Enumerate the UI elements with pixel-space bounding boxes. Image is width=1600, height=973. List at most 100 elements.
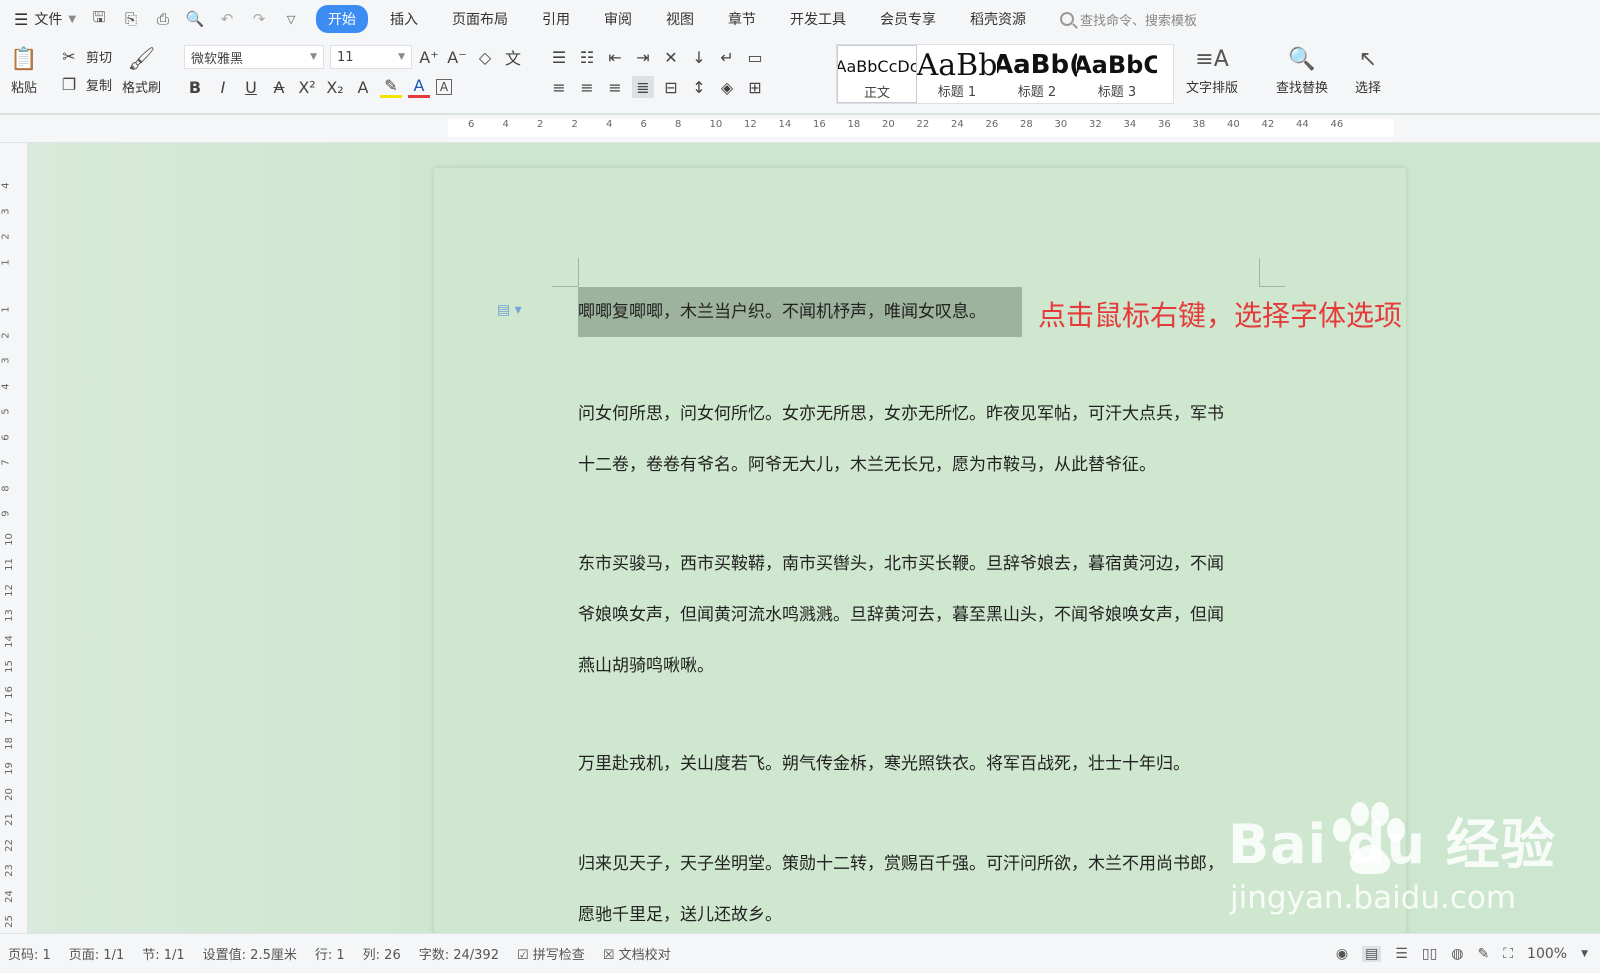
- increase-indent-icon[interactable]: ⇥: [632, 46, 654, 68]
- redo-icon[interactable]: ↷: [248, 10, 270, 28]
- font-color-icon[interactable]: A: [408, 76, 430, 98]
- undo-icon[interactable]: ↶: [216, 10, 238, 28]
- print-preview-icon[interactable]: 🔍: [184, 10, 206, 28]
- export-icon[interactable]: ⎘: [120, 10, 142, 28]
- superscript-icon[interactable]: X²: [296, 76, 318, 98]
- tab-8[interactable]: 会员专享: [868, 5, 948, 33]
- font-size-select[interactable]: 11 ▼: [330, 45, 412, 69]
- clear-format-icon[interactable]: ◇: [474, 46, 496, 68]
- line-spacing-icon[interactable]: ↕: [688, 76, 710, 98]
- paragraph-menu-icon[interactable]: ▤ ▾: [497, 302, 522, 318]
- paragraph-line[interactable]: 归来见天子，天子坐明堂。策勋十二转，赏赐百千强。可汗问所欲，木兰不用尚书郎，: [578, 839, 1268, 890]
- select-button[interactable]: ↖ 选择: [1354, 44, 1382, 97]
- customize-icon[interactable]: ▽: [280, 13, 302, 26]
- bold-icon[interactable]: B: [184, 76, 206, 98]
- paragraph-line[interactable]: 问女何所思，问女何所忆。女亦无所思，女亦无所忆。昨夜见军帖，可汗大点兵，军书: [578, 389, 1268, 440]
- status-setting[interactable]: 设置值: 2.5厘米: [203, 944, 297, 963]
- style-item-1[interactable]: AaBb 标题 1: [917, 45, 997, 103]
- watermark-url: jingyan.baidu.com: [1230, 880, 1517, 916]
- text-layout-button[interactable]: ≡A 文字排版: [1186, 44, 1238, 97]
- copy-button[interactable]: ❐ 复制: [58, 70, 112, 98]
- find-replace-button[interactable]: 🔍 查找替换: [1276, 44, 1328, 97]
- ruler-tick: 9: [0, 510, 12, 517]
- tab-2[interactable]: 页面布局: [440, 5, 520, 33]
- tab-3[interactable]: 引用: [530, 5, 582, 33]
- brush-icon: 🖌: [127, 46, 156, 72]
- distribute-icon[interactable]: ⊟: [660, 76, 682, 98]
- hamburger-icon: ☰: [14, 9, 29, 29]
- tab-5[interactable]: 视图: [654, 5, 706, 33]
- ruler-tick: 30: [1054, 119, 1068, 130]
- tab-4[interactable]: 审阅: [592, 5, 644, 33]
- paragraph-line[interactable]: 万里赴戎机，关山度若飞。朔气传金柝，寒光照铁衣。将军百战死，壮士十年归。: [578, 739, 1268, 790]
- decrease-indent-icon[interactable]: ⇤: [604, 46, 626, 68]
- phonetic-icon[interactable]: 文: [502, 46, 524, 68]
- ruler-tick: 21: [3, 813, 15, 826]
- shrink-font-icon[interactable]: A⁻: [446, 46, 468, 68]
- shading-icon[interactable]: ◈: [716, 76, 738, 98]
- align-left-icon[interactable]: ≡: [548, 76, 570, 98]
- status-section[interactable]: 节: 1/1: [142, 944, 184, 963]
- style-item-3[interactable]: AaBbC 标题 3: [1077, 45, 1157, 103]
- borders-icon[interactable]: ⊞: [744, 76, 766, 98]
- tab-0[interactable]: 开始: [316, 5, 369, 33]
- tab-6[interactable]: 章节: [716, 5, 768, 33]
- status-word-count[interactable]: 字数: 24/392: [419, 944, 499, 963]
- edit-icon[interactable]: ✎: [1478, 946, 1490, 962]
- ribbon: 📋 粘贴 ✂ 剪切 ❐ 复制 🖌 格式刷 微软雅黑 ▼ 11 ▼ A⁺ A⁻ ◇…: [0, 38, 1600, 114]
- show-marks-icon[interactable]: ↵: [716, 46, 738, 68]
- paragraph-line[interactable]: 十二卷，卷卷有爷名。阿爷无大儿，木兰无长兄，愿为市鞍马，从此替爷征。: [578, 440, 1268, 491]
- sort-icon[interactable]: ↓: [688, 46, 710, 68]
- cut-button[interactable]: ✂ 剪切: [58, 42, 112, 70]
- save-icon[interactable]: 🖫: [88, 7, 110, 32]
- reading-view-icon[interactable]: ▯▯: [1422, 946, 1437, 962]
- ruler-icon[interactable]: ▭: [744, 46, 766, 68]
- style-item-2[interactable]: AaBb(标题 2: [997, 45, 1077, 103]
- ruler-tick: 44: [1296, 119, 1309, 130]
- strikethrough-icon[interactable]: A: [268, 76, 290, 98]
- chevron-down-icon[interactable]: ▼: [1581, 949, 1588, 959]
- status-page[interactable]: 页面: 1/1: [69, 944, 124, 963]
- tab-1[interactable]: 插入: [378, 5, 430, 33]
- subscript-icon[interactable]: X₂: [324, 76, 346, 98]
- print-icon[interactable]: ⎙: [152, 10, 174, 28]
- vertical-ruler[interactable]: 4 3 2 1 1 2 3 4 5 6 7 8 9 10 11 12 13 14 15 16 17 18 19 20 21 22 2…: [0, 143, 28, 933]
- paste-button[interactable]: 📋 粘贴: [10, 44, 38, 97]
- align-center-icon[interactable]: ≡: [576, 76, 598, 98]
- italic-icon[interactable]: I: [212, 76, 234, 98]
- highlight-icon[interactable]: ✎: [380, 76, 402, 98]
- align-right-icon[interactable]: ≡: [604, 76, 626, 98]
- status-page-code[interactable]: 页码: 1: [8, 944, 51, 963]
- numbered-list-icon[interactable]: ☷: [576, 46, 598, 68]
- zoom-level[interactable]: 100%: [1527, 946, 1567, 962]
- spell-check-button[interactable]: ☑ 拼写检查: [517, 944, 585, 963]
- text-effect-icon[interactable]: A: [352, 76, 374, 98]
- command-search[interactable]: 查找命令、搜索模板: [1060, 10, 1197, 29]
- paragraph-line[interactable]: 燕山胡骑鸣啾啾。: [578, 641, 1268, 692]
- file-menu[interactable]: ☰ 文件 ▼: [14, 9, 76, 29]
- page-view-icon[interactable]: ▤: [1362, 946, 1382, 962]
- format-painter-button[interactable]: 🖌 格式刷: [122, 44, 161, 97]
- underline-icon[interactable]: U: [240, 76, 262, 98]
- ruler-tick: 22: [3, 838, 15, 852]
- fit-page-icon[interactable]: ⛶: [1503, 946, 1513, 962]
- tab-7[interactable]: 开发工具: [778, 5, 858, 33]
- grow-font-icon[interactable]: A⁺: [418, 46, 440, 68]
- font-name-select[interactable]: 微软雅黑 ▼: [184, 45, 324, 69]
- ruler-tick: 6: [640, 119, 647, 130]
- web-view-icon[interactable]: ◍: [1451, 946, 1463, 962]
- outline-view-icon[interactable]: ☰: [1395, 946, 1408, 962]
- status-col: 列: 26: [362, 948, 401, 963]
- char-border-icon[interactable]: A: [436, 79, 452, 95]
- doc-proof-button[interactable]: ☒ 文档校对: [603, 944, 671, 963]
- paragraph-line[interactable]: 爷娘唤女声，但闻黄河流水鸣溅溅。旦辞黄河去，暮至黑山头，不闻爷娘唤女声，但闻: [578, 590, 1268, 641]
- horizontal-ruler[interactable]: 6 4 2 2 4 6 8 10 12 14 16 18 20 22 24 26 28 30 32 34 36 38 40 4…: [0, 115, 1600, 143]
- file-menu-label: 文件: [34, 12, 63, 28]
- style-item-0[interactable]: AaBbCcDc 正文: [837, 45, 917, 103]
- paragraph-line[interactable]: 东市买骏马，西市买鞍鞯，南市买辔头，北市买长鞭。旦辞爷娘去，暮宿黄河边，不闻: [578, 539, 1268, 590]
- chinese-layout-icon[interactable]: ✕: [660, 46, 682, 68]
- justify-icon[interactable]: ≣: [632, 76, 654, 98]
- eye-protection-icon[interactable]: ◉: [1336, 946, 1348, 962]
- tab-9[interactable]: 稻壳资源: [958, 5, 1038, 33]
- bullet-list-icon[interactable]: ☰: [548, 46, 570, 68]
